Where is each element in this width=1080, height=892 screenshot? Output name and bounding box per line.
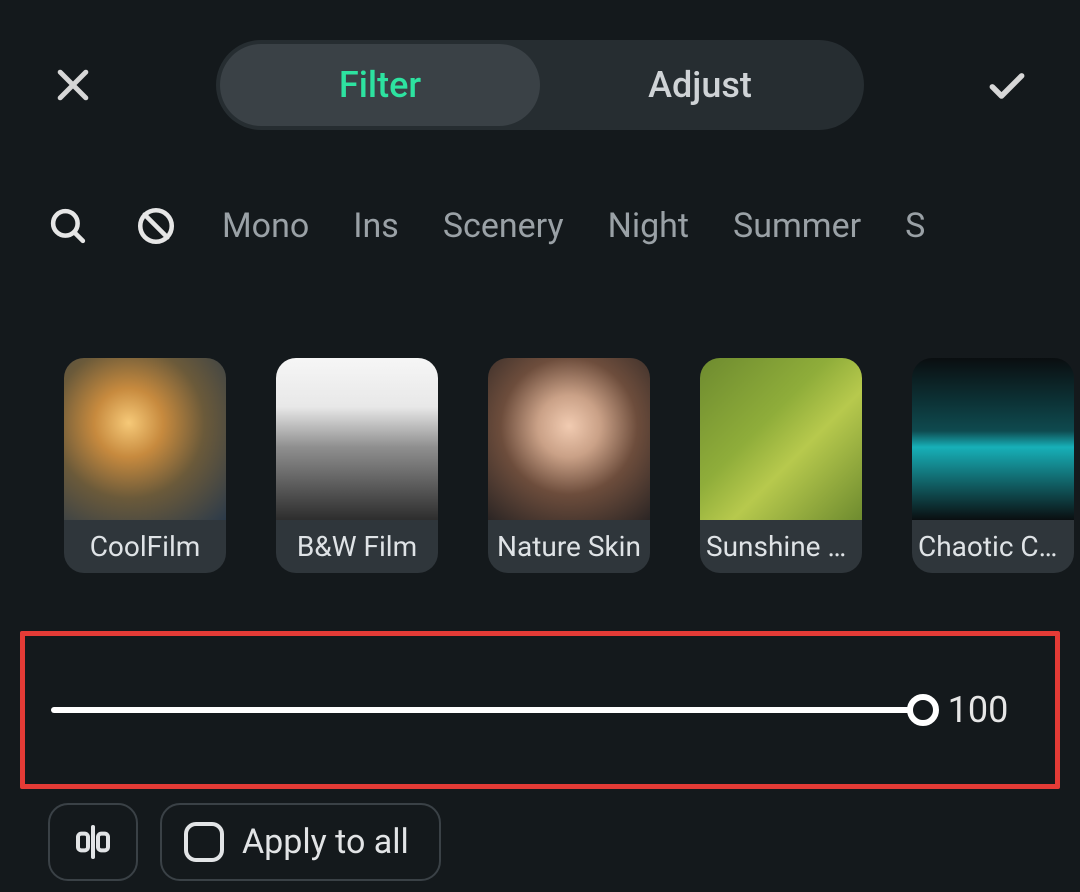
filter-thumbnail-row[interactable]: CoolFilm B&W Film Nature Skin Sunshine S… [0, 248, 1080, 573]
filter-sunshine[interactable]: Sunshine S… [700, 358, 862, 573]
filter-label: B&W Film [276, 520, 438, 573]
intensity-slider-highlight: 100 [20, 631, 1060, 789]
category-mono[interactable]: Mono [222, 206, 309, 246]
filter-coolfilm[interactable]: CoolFilm [64, 358, 226, 573]
category-scenery[interactable]: Scenery [443, 206, 564, 246]
apply-to-all-label: Apply to all [242, 822, 409, 862]
category-ins[interactable]: Ins [353, 206, 399, 246]
top-bar: Filter Adjust [0, 0, 1080, 130]
filter-nature-skin[interactable]: Nature Skin [488, 358, 650, 573]
filter-label: Nature Skin [488, 520, 650, 573]
compare-button[interactable] [48, 803, 138, 881]
filter-bw-film[interactable]: B&W Film [276, 358, 438, 573]
category-more[interactable]: S [905, 206, 925, 246]
slider-thumb[interactable] [907, 694, 939, 726]
no-filter-icon[interactable] [134, 204, 178, 248]
filter-label: CoolFilm [64, 520, 226, 573]
search-icon[interactable] [46, 204, 90, 248]
filter-thumb [64, 358, 226, 520]
bottom-controls: Apply to all [0, 789, 1080, 881]
tab-filter[interactable]: Filter [220, 44, 540, 126]
intensity-slider[interactable] [51, 707, 923, 713]
category-summer[interactable]: Summer [733, 206, 861, 246]
tab-adjust[interactable]: Adjust [540, 44, 860, 126]
confirm-icon[interactable] [982, 60, 1032, 110]
filter-thumb [488, 358, 650, 520]
filter-thumb [276, 358, 438, 520]
category-night[interactable]: Night [608, 206, 689, 246]
filter-thumb [912, 358, 1074, 520]
filter-label: Sunshine S… [700, 520, 862, 573]
filter-label: Chaotic Car. [912, 520, 1074, 573]
close-icon[interactable] [48, 60, 98, 110]
apply-to-all-checkbox[interactable] [184, 822, 224, 862]
filter-thumb [700, 358, 862, 520]
apply-to-all-button[interactable]: Apply to all [160, 803, 441, 881]
mode-tab-group: Filter Adjust [216, 40, 864, 130]
filter-chaotic-car[interactable]: Chaotic Car. [912, 358, 1074, 573]
slider-value: 100 [923, 689, 1033, 731]
filter-category-row[interactable]: Mono Ins Scenery Night Summer S [0, 130, 1080, 248]
